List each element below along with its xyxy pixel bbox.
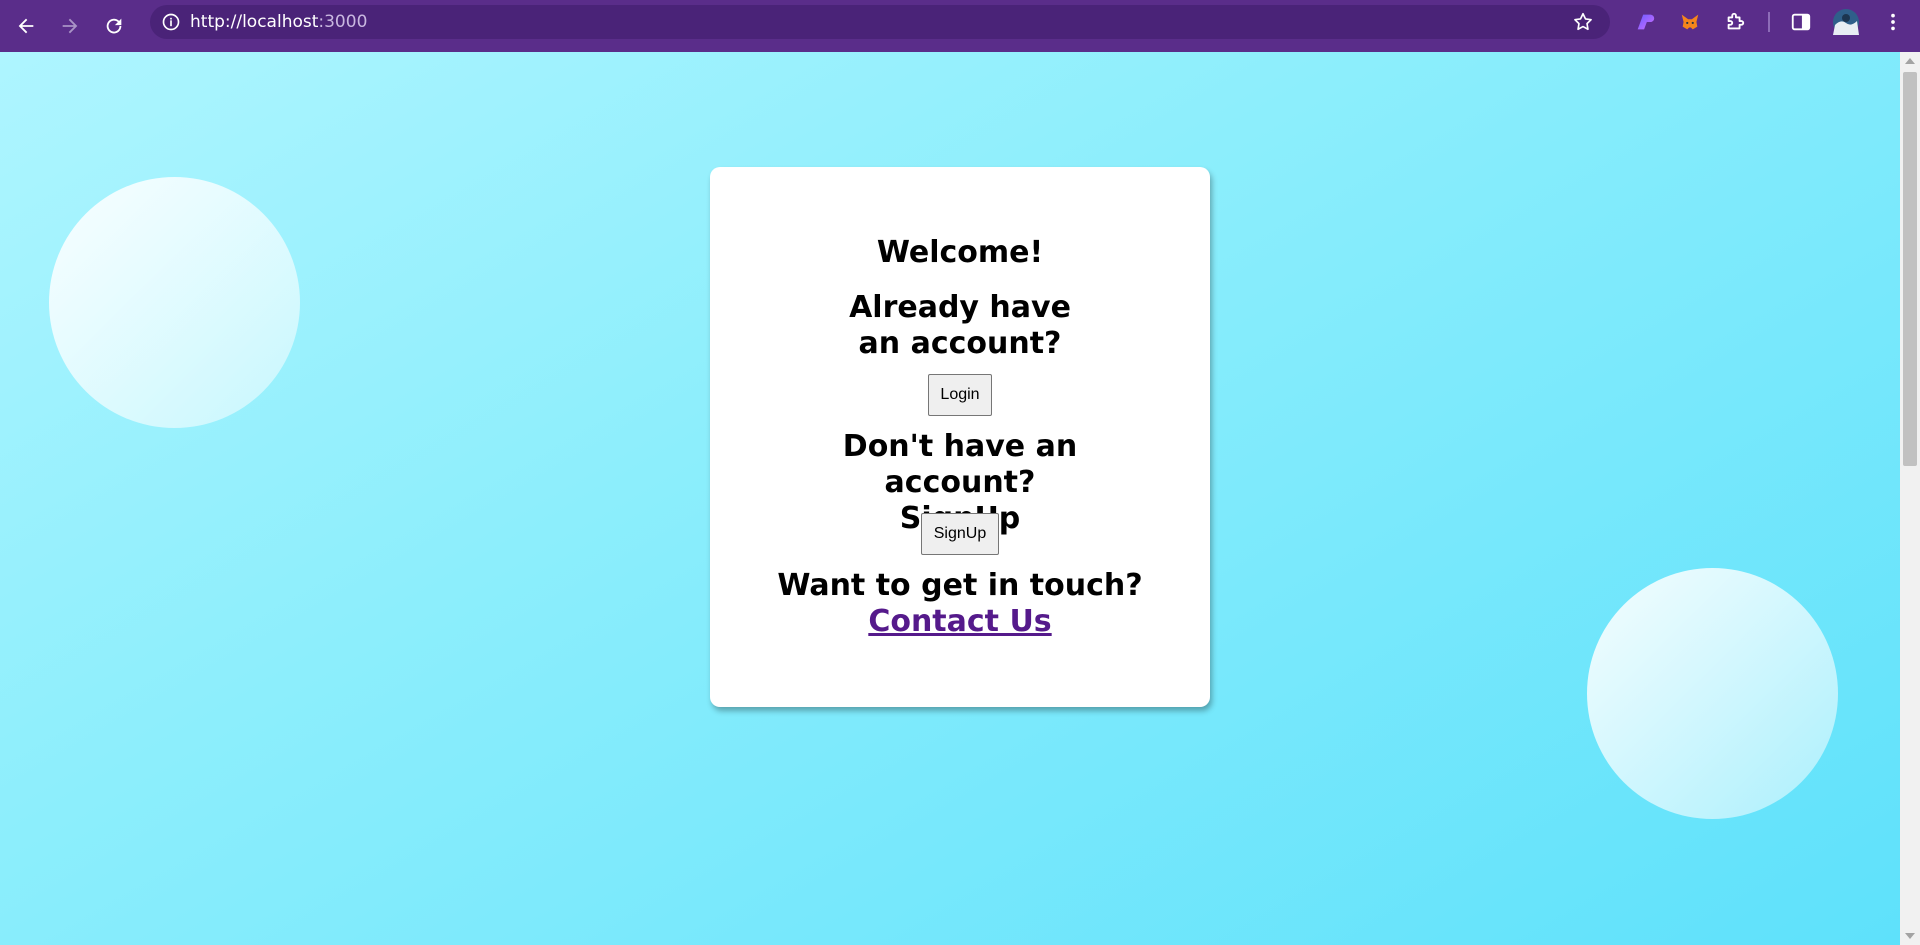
url-host: http://localhost xyxy=(190,12,319,32)
scrollbar-thumb[interactable] xyxy=(1903,72,1917,466)
forward-arrow-icon[interactable] xyxy=(52,8,88,44)
welcome-card: Welcome! Already have an account? Login … xyxy=(710,167,1210,707)
metamask-fox-icon[interactable] xyxy=(1677,9,1703,35)
reload-icon[interactable] xyxy=(96,8,132,44)
page-viewport: Welcome! Already have an account? Login … xyxy=(0,52,1900,945)
vertical-scrollbar[interactable] xyxy=(1900,52,1920,945)
toolbar-divider xyxy=(1768,12,1770,32)
contact-us-link[interactable]: Contact Us xyxy=(710,604,1210,640)
gradient-extension-icon[interactable] xyxy=(1632,9,1658,35)
scroll-down-arrow-icon[interactable] xyxy=(1905,933,1915,939)
welcome-heading: Welcome! xyxy=(876,235,1044,270)
kebab-menu-icon[interactable] xyxy=(1880,9,1906,35)
browser-toolbar: http://localhost:3000 xyxy=(0,0,1920,52)
star-icon[interactable] xyxy=(1572,11,1594,33)
decorative-bubble-right xyxy=(1587,568,1838,819)
decorative-bubble-left xyxy=(49,177,300,428)
side-panel-icon[interactable] xyxy=(1788,9,1814,35)
profile-avatar[interactable] xyxy=(1833,9,1859,35)
url-port: :3000 xyxy=(318,12,368,32)
back-arrow-icon[interactable] xyxy=(8,8,44,44)
puzzle-extensions-icon[interactable] xyxy=(1722,9,1748,35)
contact-prompt: Want to get in touch? xyxy=(777,568,1143,603)
signup-button[interactable]: SignUp xyxy=(921,513,999,555)
scroll-up-arrow-icon[interactable] xyxy=(1905,58,1915,64)
login-prompt: Already have an account? xyxy=(849,290,1071,361)
url-text: http://localhost:3000 xyxy=(190,12,367,32)
login-button[interactable]: Login xyxy=(928,374,992,416)
address-bar[interactable]: http://localhost:3000 xyxy=(150,5,1610,39)
site-info-icon[interactable] xyxy=(160,11,182,33)
